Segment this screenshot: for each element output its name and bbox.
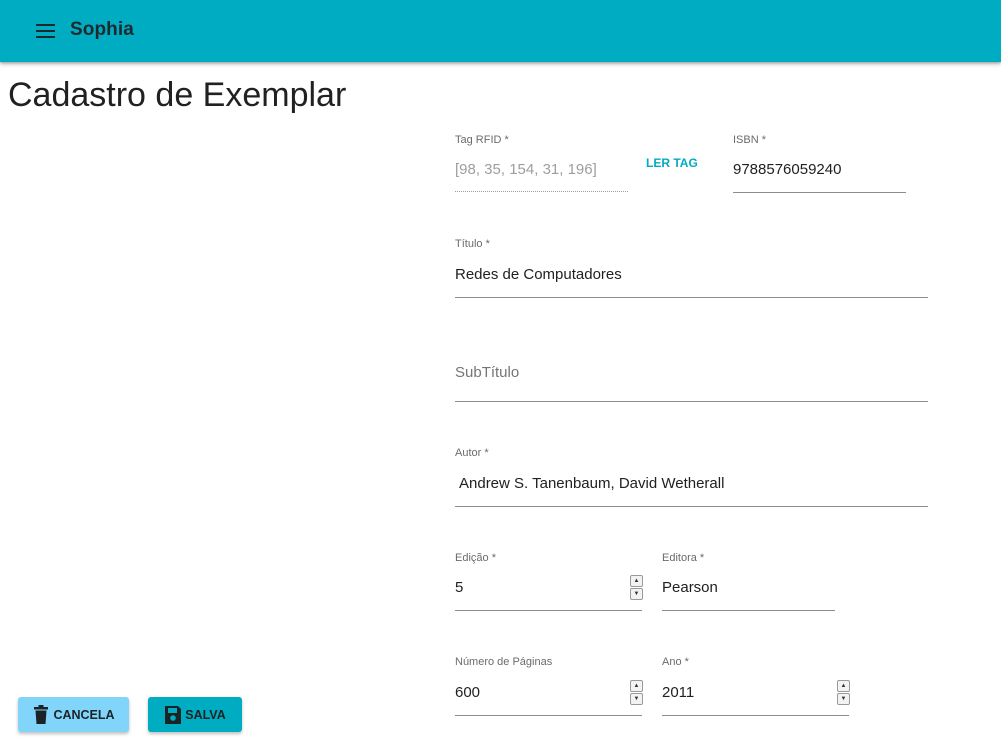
- cancel-button[interactable]: CANCELA: [18, 697, 129, 732]
- numero-paginas-stepper[interactable]: ▲ ▼: [630, 680, 643, 706]
- autor-underline: [455, 506, 928, 507]
- save-button-label: SALVA: [185, 707, 226, 722]
- app-title: Sophia: [70, 19, 134, 40]
- tag-rfid-value: [98, 35, 154, 31, 196]: [455, 161, 597, 178]
- isbn-underline: [733, 192, 906, 193]
- titulo-label: Título *: [455, 238, 490, 250]
- editora-underline: [662, 610, 835, 611]
- isbn-value: 9788576059240: [733, 161, 842, 178]
- stepper-up-icon[interactable]: ▲: [630, 680, 643, 692]
- editora-label: Editora *: [662, 552, 705, 564]
- titulo-field[interactable]: Título * Redes de Computadores: [455, 238, 928, 298]
- app-bar: Sophia: [0, 0, 1001, 62]
- numero-paginas-field[interactable]: Número de Páginas 600 ▲ ▼: [455, 656, 643, 716]
- editora-value: Pearson: [662, 579, 718, 596]
- numero-paginas-underline: [455, 715, 642, 716]
- isbn-label: ISBN *: [733, 134, 767, 146]
- subtitulo-field[interactable]: SubTítulo: [455, 338, 928, 402]
- titulo-underline: [455, 297, 928, 298]
- subtitulo-underline: [455, 401, 928, 402]
- edicao-value: 5: [455, 579, 464, 596]
- edicao-label: Edição *: [455, 552, 496, 564]
- stepper-up-icon[interactable]: ▲: [837, 680, 850, 692]
- stepper-up-icon[interactable]: ▲: [630, 575, 643, 587]
- floppy-disk-icon: [165, 705, 182, 724]
- isbn-field[interactable]: ISBN * 9788576059240: [733, 134, 906, 193]
- menu-icon[interactable]: [36, 24, 55, 38]
- ano-stepper[interactable]: ▲ ▼: [837, 680, 850, 706]
- titulo-value: Redes de Computadores: [455, 266, 622, 283]
- ano-field[interactable]: Ano * 2011 ▲ ▼: [662, 656, 850, 716]
- stepper-down-icon[interactable]: ▼: [630, 693, 643, 705]
- autor-field[interactable]: Autor * Andrew S. Tanenbaum, David Wethe…: [455, 447, 928, 507]
- numero-paginas-label: Número de Páginas: [455, 656, 553, 668]
- tag-rfid-field[interactable]: Tag RFID * [98, 35, 154, 31, 196]: [455, 134, 628, 192]
- ano-label: Ano *: [662, 656, 689, 668]
- edicao-stepper[interactable]: ▲ ▼: [630, 575, 643, 601]
- ano-value: 2011: [662, 684, 695, 701]
- edicao-field[interactable]: Edição * 5 ▲ ▼: [455, 552, 643, 611]
- editora-field[interactable]: Editora * Pearson: [662, 552, 835, 611]
- trash-icon: [34, 704, 49, 724]
- page-title: Cadastro de Exemplar: [8, 76, 347, 114]
- ler-tag-button[interactable]: LER TAG: [646, 156, 698, 170]
- tag-rfid-underline: [455, 190, 628, 192]
- edicao-underline: [455, 610, 642, 611]
- stepper-down-icon[interactable]: ▼: [837, 693, 850, 705]
- numero-paginas-value: 600: [455, 684, 481, 701]
- cancel-button-label: CANCELA: [53, 707, 115, 722]
- ano-underline: [662, 715, 849, 716]
- autor-value: Andrew S. Tanenbaum, David Wetherall: [459, 475, 725, 492]
- stepper-down-icon[interactable]: ▼: [630, 588, 643, 600]
- autor-label: Autor *: [455, 447, 489, 459]
- subtitulo-placeholder: SubTítulo: [455, 364, 520, 381]
- tag-rfid-label: Tag RFID *: [455, 134, 509, 146]
- save-button[interactable]: SALVA: [148, 697, 242, 732]
